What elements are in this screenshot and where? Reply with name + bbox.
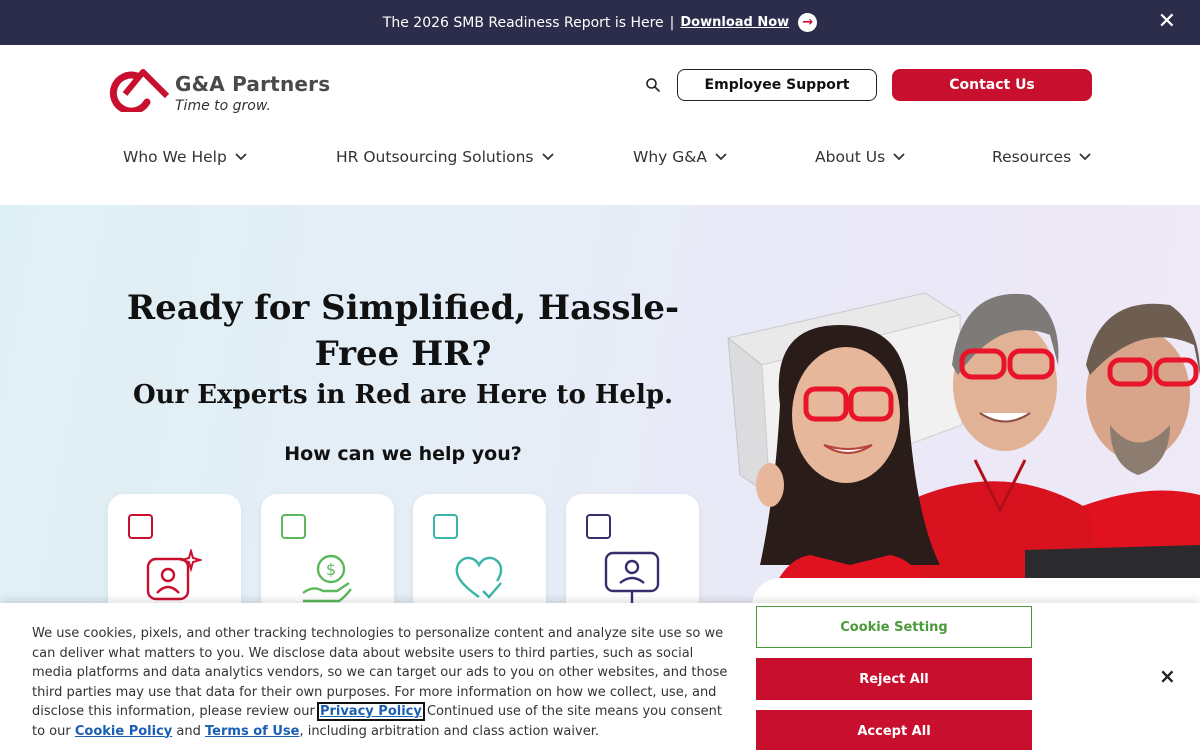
- cookie-text: We use cookies, pixels, and other tracki…: [32, 624, 732, 741]
- nav-item-label: Resources: [992, 148, 1072, 166]
- cookie-banner: We use cookies, pixels, and other tracki…: [0, 603, 1200, 750]
- nav-item-who-we-help[interactable]: Who We Help: [123, 148, 247, 166]
- logo[interactable]: G&A Partners Time to grow.: [107, 66, 330, 114]
- monitor-user-icon: [604, 551, 660, 603]
- nav-item-resources[interactable]: Resources: [992, 148, 1091, 166]
- announcement-separator: |: [669, 14, 675, 31]
- download-now-link[interactable]: Download Now: [680, 15, 789, 30]
- logo-mark-icon: [109, 69, 169, 112]
- chevron-down-icon: [235, 153, 247, 161]
- employee-support-button[interactable]: Employee Support: [677, 69, 877, 101]
- nav-item-about-us[interactable]: About Us: [815, 148, 905, 166]
- close-icon[interactable]: ×: [1159, 664, 1176, 688]
- cookie-text-end: , including arbitration and class action…: [299, 723, 599, 739]
- card-checkbox[interactable]: [586, 514, 611, 539]
- nav-item-label: Who We Help: [123, 148, 227, 166]
- arrow-right-icon[interactable]: →: [798, 13, 818, 32]
- hero-subtitle: Our Experts in Red are Here to Help.: [132, 380, 674, 410]
- contact-us-button[interactable]: Contact Us: [892, 69, 1092, 101]
- nav-item-label: HR Outsourcing Solutions: [336, 148, 534, 166]
- close-icon[interactable]: ✕: [1158, 11, 1176, 33]
- reject-all-button[interactable]: Reject All: [756, 658, 1032, 700]
- chevron-down-icon: [541, 153, 554, 161]
- hand-dollar-icon: $: [302, 554, 352, 603]
- nav-item-label: About Us: [815, 148, 886, 166]
- brand-name: G&A Partners: [175, 72, 331, 96]
- terms-of-use-link[interactable]: Terms of Use: [205, 724, 299, 739]
- nav-item-why-ga[interactable]: Why G&A: [633, 148, 727, 166]
- chevron-down-icon: [1079, 153, 1091, 161]
- privacy-policy-link[interactable]: Privacy Policy: [316, 702, 425, 721]
- person-sparkle-icon: [146, 549, 202, 601]
- announcement-bar: The 2026 SMB Readiness Report is Here | …: [0, 0, 1200, 45]
- card-checkbox[interactable]: [128, 514, 153, 539]
- hero-title: Ready for Simplified, Hassle-Free HR?: [126, 288, 680, 374]
- chevron-down-icon: [715, 153, 727, 161]
- heart-check-icon: [455, 556, 503, 599]
- card-checkbox[interactable]: [281, 514, 306, 539]
- svg-text:$: $: [326, 560, 336, 579]
- cookie-text-and: and: [176, 723, 201, 739]
- nav-item-hr-outsourcing[interactable]: HR Outsourcing Solutions: [336, 148, 554, 166]
- chevron-down-icon: [893, 153, 905, 161]
- tagline: Time to grow.: [175, 98, 271, 114]
- accept-all-button[interactable]: Accept All: [756, 710, 1032, 750]
- announcement-text: The 2026 SMB Readiness Report is Here: [382, 14, 664, 31]
- help-question: How can we help you?: [284, 443, 522, 465]
- nav-item-label: Why G&A: [633, 148, 707, 166]
- search-icon[interactable]: [645, 77, 661, 93]
- cookie-setting-button[interactable]: Cookie Setting: [756, 606, 1032, 648]
- main-nav: Who We Help HR Outsourcing Solutions Why…: [0, 148, 1200, 172]
- cookie-policy-link[interactable]: Cookie Policy: [75, 724, 172, 739]
- card-checkbox[interactable]: [433, 514, 458, 539]
